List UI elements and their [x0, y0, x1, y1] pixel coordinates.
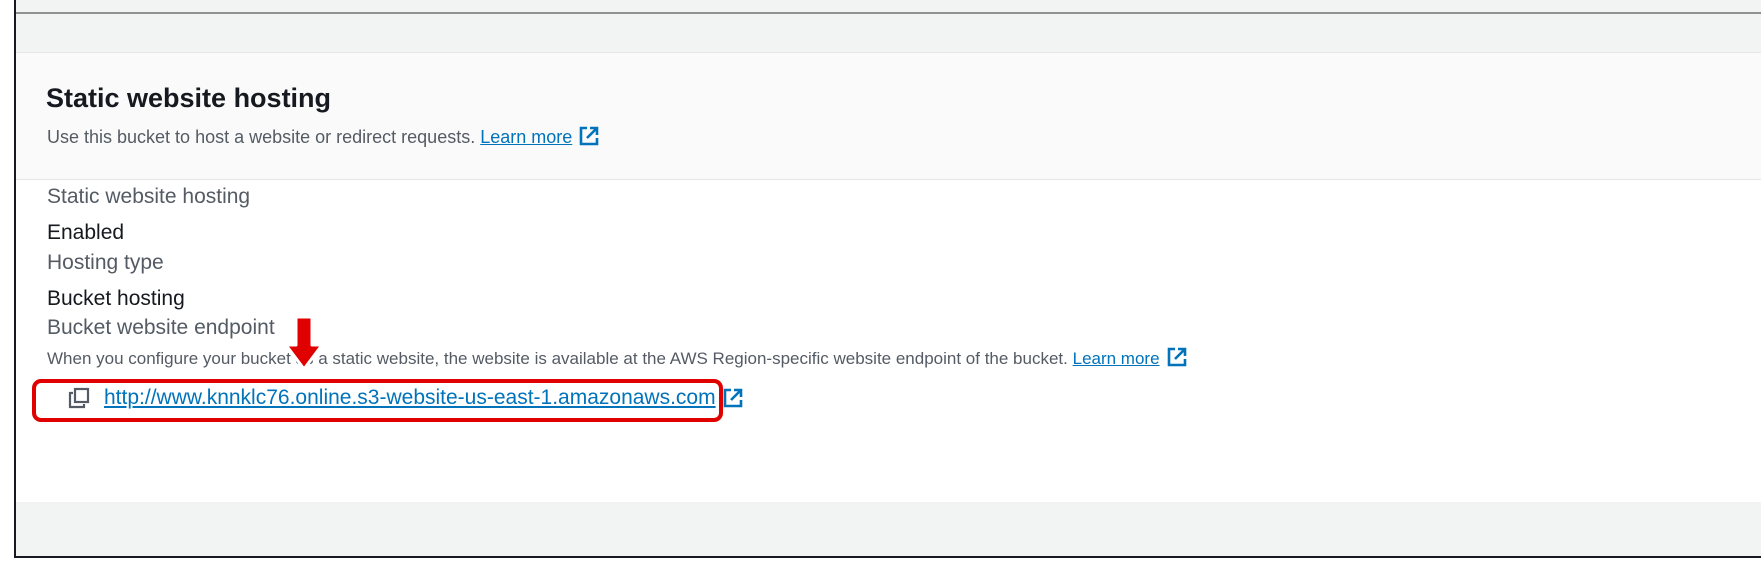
external-link-icon[interactable]: [578, 125, 600, 147]
endpoint-learn-more-link[interactable]: Learn more: [1073, 349, 1160, 368]
external-link-icon[interactable]: [1166, 346, 1188, 368]
endpoint-description: When you configure your bucket as a stat…: [47, 346, 1188, 369]
panel-title: Static website hosting: [46, 83, 332, 113]
endpoint-label: Bucket website endpoint: [47, 316, 275, 339]
highlight-box: [32, 379, 723, 422]
external-link-icon[interactable]: [722, 387, 744, 409]
panel-description: Use this bucket to host a website or red…: [47, 125, 600, 148]
top-panel-edge: [16, 0, 1761, 14]
hosting-status-value: Enabled: [47, 221, 125, 244]
learn-more-label: Learn more: [480, 127, 573, 147]
down-arrow-icon: [284, 315, 324, 371]
panel-gap: [16, 14, 1761, 52]
bottom-panel-edge: [16, 502, 1761, 556]
panel-header: Static website hosting Use this bucket t…: [16, 53, 1761, 180]
hosting-type-label: Hosting type: [47, 251, 164, 274]
endpoint-description-text: When you configure your bucket as a stat…: [47, 349, 1068, 368]
page-frame: Static website hosting Use this bucket t…: [14, 0, 1761, 558]
endpoint-learn-more-label: Learn more: [1072, 349, 1160, 368]
hosting-type-value: Bucket hosting: [47, 287, 185, 310]
hosting-status-label: Static website hosting: [47, 185, 251, 208]
learn-more-link[interactable]: Learn more: [480, 127, 572, 147]
panel-description-text: Use this bucket to host a website or red…: [47, 127, 476, 147]
static-website-hosting-panel: Static website hosting Use this bucket t…: [16, 52, 1761, 504]
